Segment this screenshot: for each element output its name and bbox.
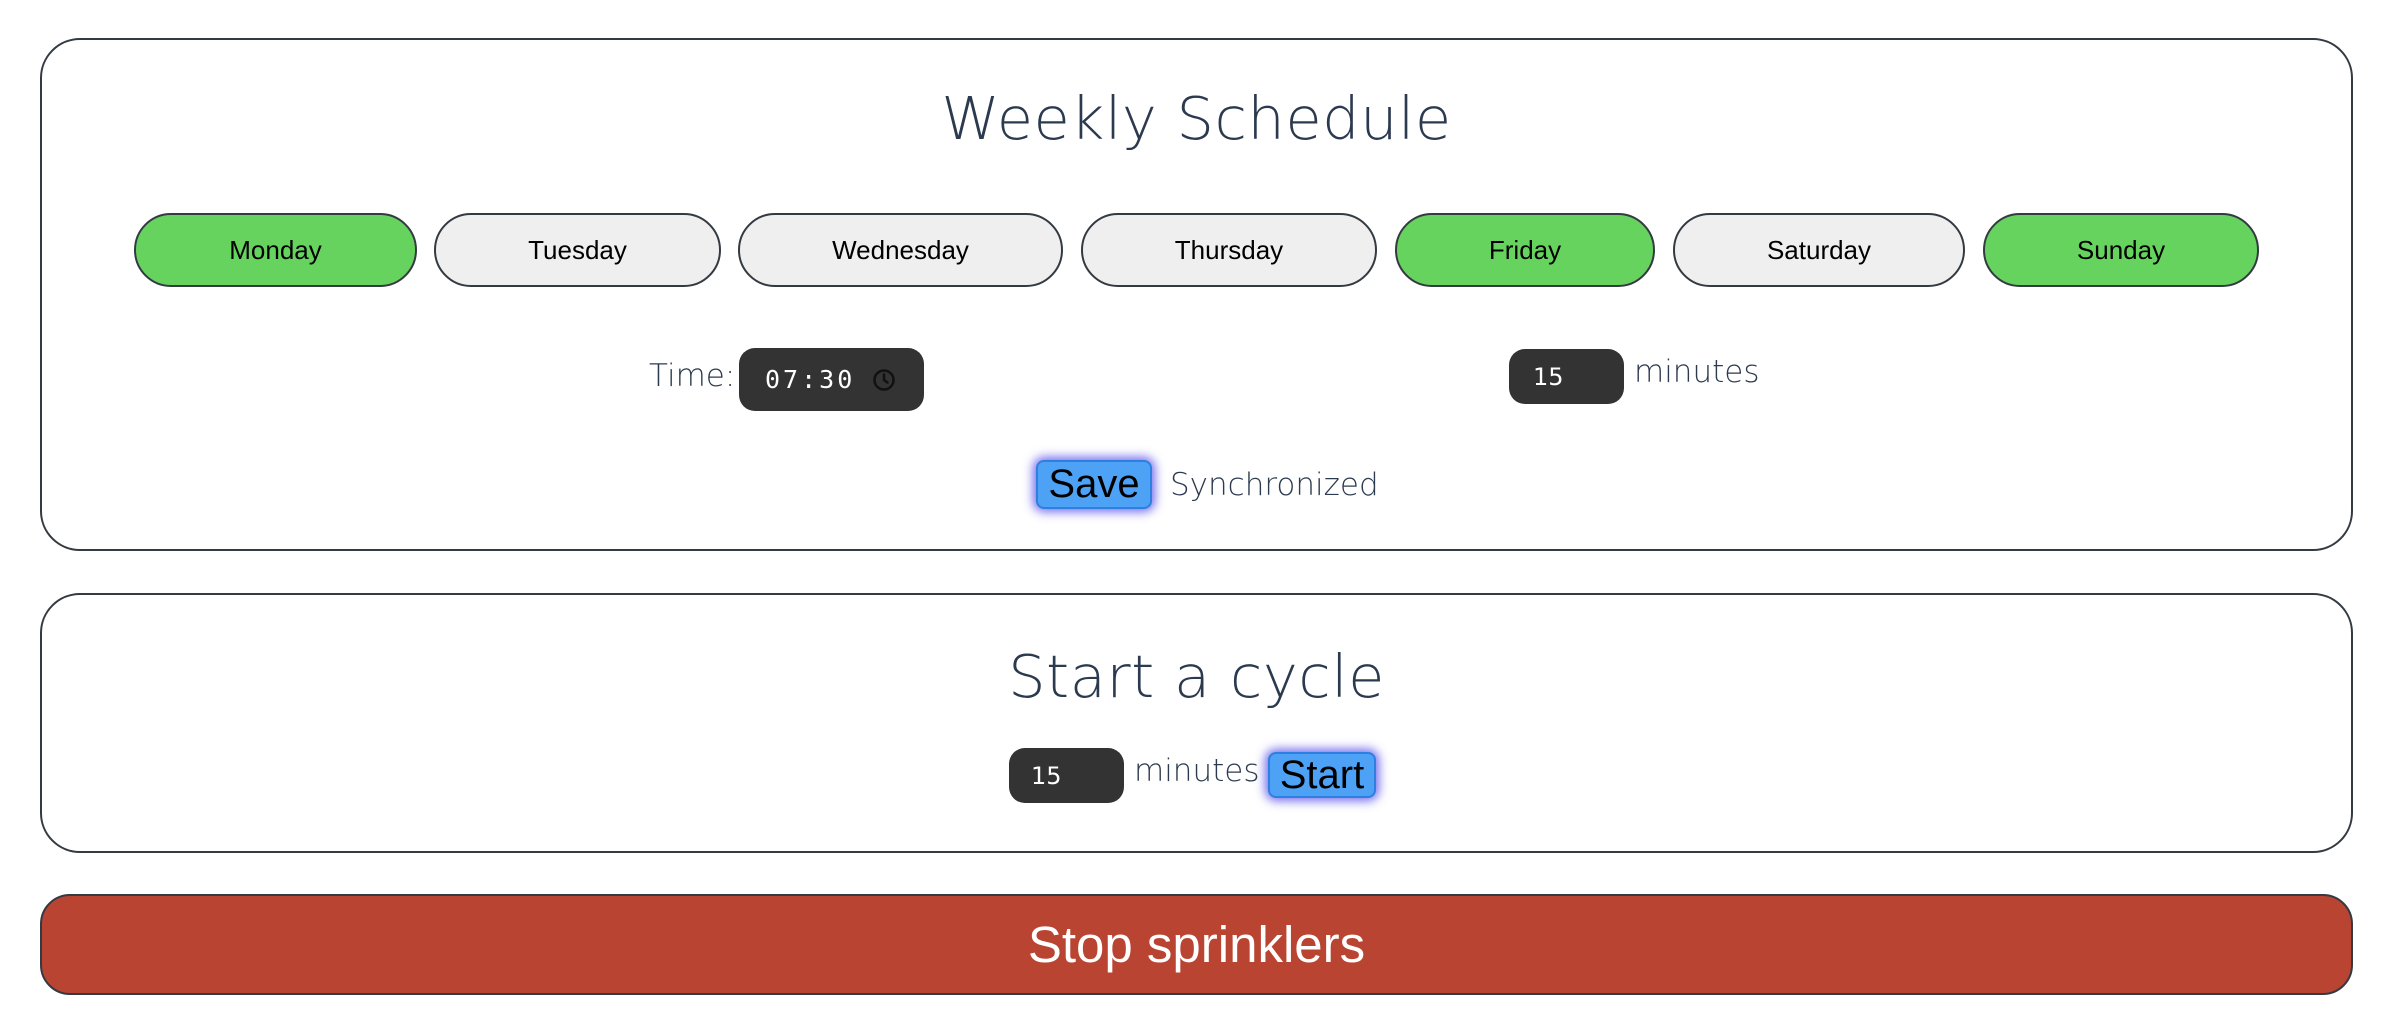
- sync-status-text: Synchronized: [1170, 467, 1379, 503]
- cycle-duration-input[interactable]: 15: [1009, 748, 1124, 803]
- weekly-schedule-card: Weekly Schedule Monday Tuesday Wednesday…: [40, 38, 2353, 551]
- save-button[interactable]: Save: [1036, 460, 1152, 509]
- day-toggle-wednesday[interactable]: Wednesday: [738, 213, 1063, 287]
- time-value: 07:30: [765, 365, 856, 394]
- weekly-schedule-title: Weekly Schedule: [941, 84, 1452, 153]
- day-toggle-tuesday[interactable]: Tuesday: [434, 213, 721, 287]
- cycle-duration-unit: minutes: [1134, 753, 1260, 789]
- clock-icon[interactable]: [872, 368, 896, 392]
- day-toggle-monday[interactable]: Monday: [134, 213, 417, 287]
- schedule-duration-unit: minutes: [1634, 354, 1760, 390]
- schedule-duration-value: 15: [1533, 362, 1564, 391]
- start-cycle-card: Start a cycle 15 minutes Start: [40, 593, 2353, 853]
- time-label: Time:: [649, 358, 736, 394]
- day-toggle-thursday[interactable]: Thursday: [1081, 213, 1377, 287]
- stop-sprinklers-button[interactable]: Stop sprinklers: [40, 894, 2353, 995]
- day-toggle-friday[interactable]: Friday: [1395, 213, 1655, 287]
- day-toggle-sunday[interactable]: Sunday: [1983, 213, 2259, 287]
- start-button[interactable]: Start: [1268, 752, 1376, 798]
- cycle-duration-value: 15: [1031, 761, 1062, 790]
- day-toggle-saturday[interactable]: Saturday: [1673, 213, 1965, 287]
- start-cycle-title: Start a cycle: [1008, 642, 1385, 711]
- schedule-duration-input[interactable]: 15: [1509, 349, 1624, 404]
- time-input[interactable]: 07:30: [739, 348, 924, 411]
